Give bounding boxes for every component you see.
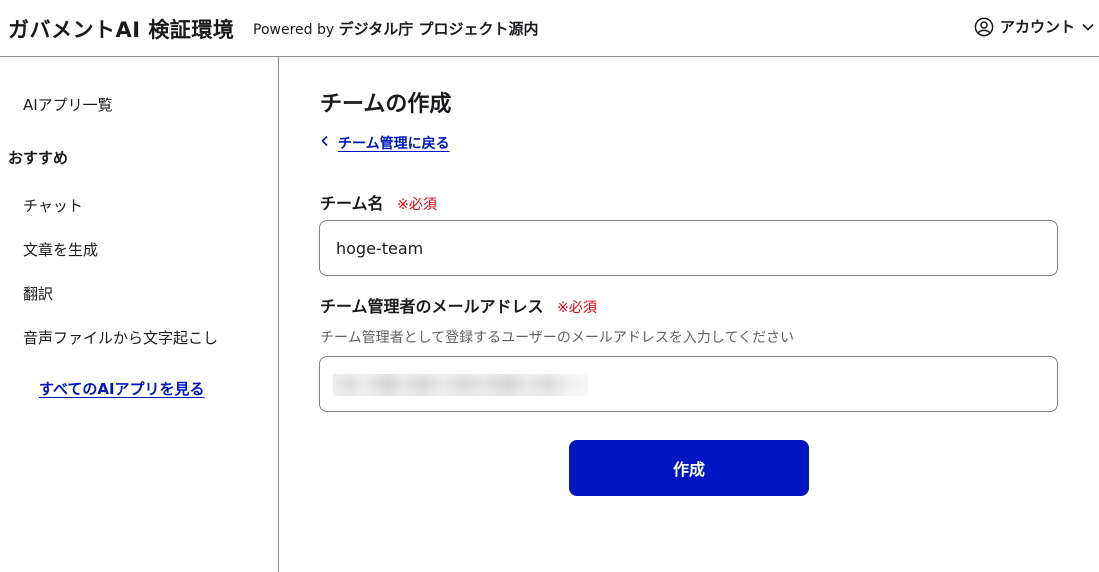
sidebar-item-generate-text[interactable]: 文章を生成 xyxy=(23,239,98,260)
see-all-apps-link[interactable]: すべてのAIアプリを見る xyxy=(39,378,205,399)
organization-name: デジタル庁 プロジェクト源内 xyxy=(338,20,539,38)
team-name-label: チーム名 ※必須 xyxy=(320,190,437,214)
powered-by-text: Powered by デジタル庁 プロジェクト源内 xyxy=(253,18,539,39)
sidebar-item-chat[interactable]: チャット xyxy=(23,195,83,216)
chevron-left-icon xyxy=(320,135,330,151)
user-circle-icon xyxy=(974,17,994,37)
sidebar: AIアプリ一覧 おすすめ チャット 文章を生成 翻訳 音声ファイルから文字起こし… xyxy=(0,57,279,572)
team-name-label-text: チーム名 xyxy=(320,194,384,213)
sidebar-item-translate[interactable]: 翻訳 xyxy=(23,283,53,304)
account-menu-button[interactable]: アカウント xyxy=(974,16,1095,37)
account-label: アカウント xyxy=(999,18,1075,36)
team-name-input[interactable] xyxy=(319,220,1058,276)
admin-email-label-text: チーム管理者のメールアドレス xyxy=(320,297,544,316)
sidebar-section-heading: おすすめ xyxy=(8,149,69,167)
sidebar-item-app-list[interactable]: AIアプリ一覧 xyxy=(23,94,113,115)
admin-email-hint: チーム管理者として登録するユーザーのメールアドレスを入力してください xyxy=(320,330,795,346)
create-button[interactable]: 作成 xyxy=(569,440,809,496)
back-link-label: チーム管理に戻る xyxy=(338,136,450,152)
chevron-down-icon xyxy=(1081,20,1095,34)
powered-by-label: Powered by xyxy=(253,22,335,38)
admin-email-input[interactable] xyxy=(319,356,1058,412)
required-badge: ※必須 xyxy=(397,197,437,213)
back-to-team-management-link[interactable]: チーム管理に戻る xyxy=(320,133,450,153)
admin-email-label: チーム管理者のメールアドレス ※必須 xyxy=(320,293,597,317)
page-title: チームの作成 xyxy=(320,92,452,117)
app-title: ガバメントAI 検証環境 xyxy=(8,18,235,42)
header: ガバメントAI 検証環境 Powered by デジタル庁 プロジェクト源内 ア… xyxy=(0,0,1099,57)
required-badge: ※必須 xyxy=(557,300,597,316)
sidebar-item-transcribe[interactable]: 音声ファイルから文字起こし xyxy=(23,327,218,348)
